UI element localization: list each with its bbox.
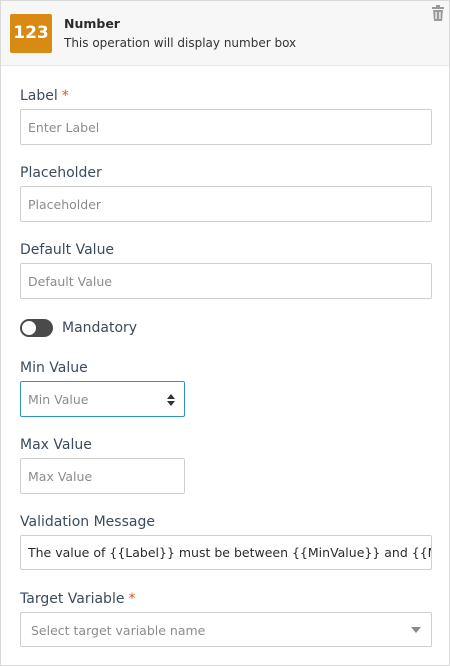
max-value-field-label: Max Value [20,437,92,453]
label-field-label: Label * [20,88,69,104]
placeholder-input[interactable] [20,186,432,222]
target-variable-field-label: Target Variable * [20,591,136,607]
toggle-knob [22,321,36,335]
required-marker: * [61,88,69,104]
target-variable-placeholder: Select target variable name [31,623,206,638]
mandatory-label: Mandatory [62,320,138,336]
trash-icon[interactable] [431,5,445,21]
operation-header: 123 Number This operation will display n… [1,1,449,66]
min-value-field-label: Min Value [20,360,88,376]
number-operation-icon: 123 [10,14,52,53]
number-operation-panel: 123 Number This operation will display n… [0,0,450,666]
min-value-input[interactable] [20,381,185,417]
default-value-field-label: Default Value [20,242,115,258]
validation-message-field-label: Validation Message [20,514,155,530]
operation-title: Number [64,16,120,31]
default-value-input[interactable] [20,263,432,299]
label-input[interactable] [20,109,432,145]
chevron-down-icon [411,627,421,633]
max-value-input[interactable] [20,458,185,494]
validation-message-input[interactable]: The value of {{Label}} must be between {… [20,535,432,570]
required-marker: * [128,591,136,607]
operation-description: This operation will display number box [64,36,297,50]
target-variable-select[interactable]: Select target variable name [20,612,432,647]
mandatory-toggle[interactable] [20,319,53,337]
placeholder-field-label: Placeholder [20,165,102,181]
stepper-icon[interactable] [165,392,177,408]
